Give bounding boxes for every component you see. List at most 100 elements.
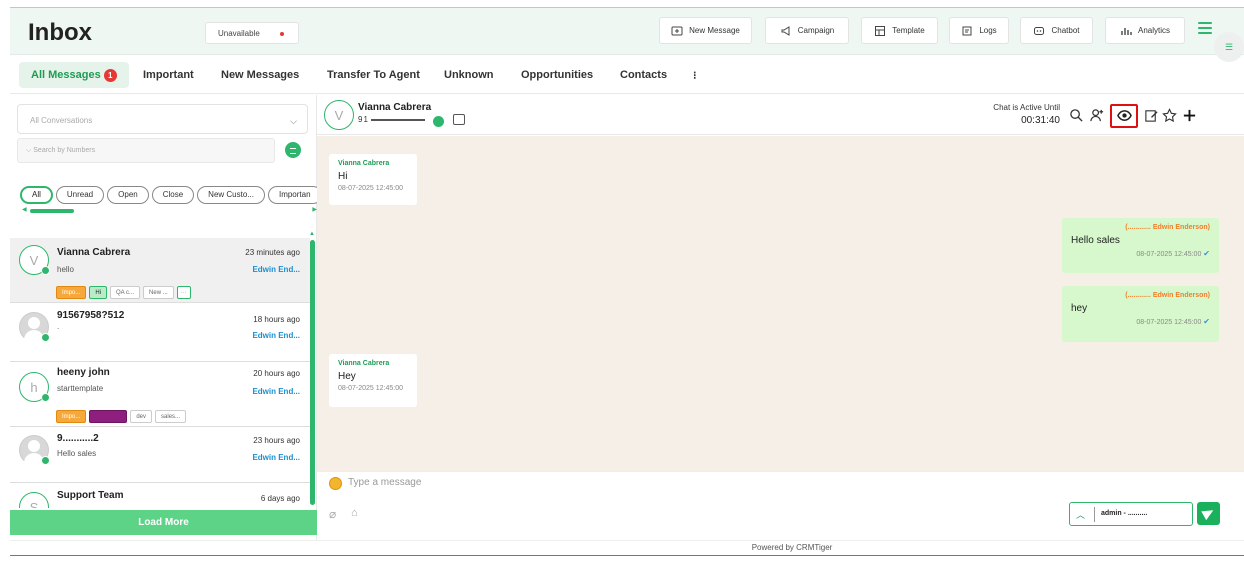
pill-new-customer[interactable]: New Custo... <box>197 185 265 204</box>
tag-chip[interactable] <box>89 410 128 423</box>
tag-chip[interactable]: Impo... <box>56 410 87 423</box>
pill-important[interactable]: Importan <box>267 185 317 204</box>
avatar: S <box>19 492 49 508</box>
agent-select[interactable]: ︿ admin - .......... <box>1069 502 1193 526</box>
pill-open[interactable]: Open <box>107 185 149 204</box>
message-time: 18 hours ago <box>253 315 300 324</box>
message-sender: (............ Edwin Enderson) <box>1125 224 1210 231</box>
template-note-icon[interactable]: ⌂ <box>351 507 358 519</box>
avatar <box>19 312 50 342</box>
avatar-initial: h <box>30 379 38 395</box>
message-text: Hello sales <box>1071 235 1120 246</box>
pill-unread[interactable]: Unread <box>55 185 105 204</box>
assigned-agent: Edwin End... <box>252 331 300 340</box>
pills-scrollbar[interactable]: ◀ ▶ <box>20 207 317 215</box>
conversation-item[interactable]: h heeny john starttemplate 20 hours ago … <box>10 363 310 427</box>
message-sender: Vianna Cabrera <box>338 360 390 367</box>
contact-name: Support Team <box>57 490 124 501</box>
add-icon[interactable] <box>1181 107 1197 123</box>
conversation-filter-select[interactable]: All Conversations ⌵ <box>17 104 308 134</box>
tab-all-messages[interactable]: All Messages 1 <box>19 62 129 88</box>
emoji-icon[interactable] <box>329 477 342 490</box>
conversation-scroll-thumb[interactable] <box>310 240 315 505</box>
assign-user-icon[interactable] <box>1089 107 1105 123</box>
analytics-button[interactable]: Analytics <box>1105 17 1185 44</box>
message-bubble: Vianna Cabrera Hey 08-07-2025 12:45:00 <box>329 354 417 407</box>
tab-contacts-label: Contacts <box>620 69 668 81</box>
eye-icon[interactable] <box>1116 107 1132 123</box>
scroll-left-icon[interactable]: ◀ <box>22 206 27 213</box>
chat-messages-area: Vianna Cabrera Hi 08-07-2025 12:45:00 (.… <box>317 136 1244 471</box>
logs-icon <box>962 26 972 35</box>
assigned-agent: Edwin End... <box>252 453 300 462</box>
new-message-button[interactable]: New Message <box>659 17 752 44</box>
pill-all[interactable]: All <box>20 185 53 204</box>
search-icon[interactable] <box>1068 107 1084 123</box>
message-preview: . <box>57 322 60 331</box>
message-text: Hi <box>338 171 348 182</box>
assigned-agent: Edwin End... <box>252 387 300 396</box>
conversation-sidebar: All Conversations ⌵ ⌵ Search by Numbers … <box>10 95 317 550</box>
page-title: Inbox <box>28 19 92 46</box>
analytics-label: Analytics <box>1137 26 1170 35</box>
message-input[interactable]: Type a message <box>348 477 421 488</box>
more-tags-icon[interactable]: ··· <box>176 286 191 299</box>
message-sender: (............ Edwin Enderson) <box>1125 292 1210 299</box>
load-more-button[interactable]: Load More <box>10 510 317 535</box>
logs-button[interactable]: Logs <box>949 17 1009 44</box>
tab-new-messages[interactable]: New Messages <box>221 62 299 88</box>
contact-name: 9...........2 <box>57 433 99 444</box>
tag-chip[interactable]: Hi <box>89 286 108 299</box>
double-check-icon: ✔ <box>1203 317 1210 326</box>
tag-chip[interactable]: QA c... <box>110 286 141 299</box>
hamburger-menu-icon[interactable] <box>1198 22 1212 36</box>
conversation-item[interactable]: 91567958?512 . 18 hours ago Edwin End... <box>10 304 310 362</box>
chevron-down-icon: ⌵ <box>290 116 297 126</box>
conversation-item[interactable]: V Vianna Cabrera hello 23 minutes ago Ed… <box>10 238 310 303</box>
tag-chip[interactable]: Impo... <box>56 286 87 299</box>
agent-select-value: admin - .......... <box>1101 510 1148 517</box>
pills-scroll-thumb[interactable] <box>30 209 74 213</box>
availability-select[interactable]: Unavailable <box>205 22 299 44</box>
chat-phone-prefix: 91 <box>358 115 369 124</box>
template-button[interactable]: Template <box>861 17 938 44</box>
attachment-icon[interactable]: ⌀ <box>329 507 336 521</box>
tab-important[interactable]: Important <box>143 62 194 88</box>
tab-transfer-to-agent[interactable]: Transfer To Agent <box>327 62 420 88</box>
tag-list: Impo... Hi QA c... New ... ··· <box>56 286 191 299</box>
send-button[interactable] <box>1197 502 1220 525</box>
avatar: V <box>19 245 50 275</box>
tag-chip[interactable]: dev <box>130 410 153 423</box>
tag-chip[interactable]: sales... <box>155 410 187 423</box>
status-dot-icon <box>280 32 284 36</box>
pill-close[interactable]: Close <box>151 185 195 204</box>
whatsapp-icon <box>41 333 50 342</box>
scroll-up-icon[interactable]: ▲ <box>309 231 315 237</box>
tab-contacts[interactable]: Contacts <box>620 62 667 88</box>
whatsapp-icon <box>41 456 50 465</box>
edit-note-icon[interactable] <box>1143 107 1159 123</box>
tab-transfer-label: Transfer To Agent <box>327 69 420 81</box>
bottom-border <box>10 555 1244 556</box>
analytics-icon <box>1121 27 1132 35</box>
chatbot-button[interactable]: Chatbot <box>1020 17 1093 44</box>
conversation-item[interactable]: 9...........2 Hello sales 23 hours ago E… <box>10 428 310 483</box>
message-time: 08-07-2025 12:45:00 <box>338 385 403 392</box>
message-sender: Vianna Cabrera <box>338 160 390 167</box>
verified-icon <box>433 116 444 127</box>
conversation-item[interactable]: S Support Team 6 days ago <box>10 484 310 508</box>
message-time: 6 days ago <box>260 494 300 503</box>
tab-opportunities[interactable]: Opportunities <box>521 62 593 88</box>
conversation-scrollbar[interactable]: ▲ <box>309 231 315 505</box>
contact-card-icon[interactable] <box>453 114 465 125</box>
more-tabs-icon[interactable]: ⁝ <box>693 62 697 88</box>
star-icon[interactable] <box>1161 107 1177 123</box>
avatar[interactable]: V <box>324 100 354 130</box>
message-preview: Hello sales <box>57 449 97 458</box>
filter-icon[interactable] <box>285 142 301 158</box>
tag-chip[interactable]: New ... <box>143 286 174 299</box>
whatsapp-icon <box>41 393 50 402</box>
tab-unknown[interactable]: Unknown <box>444 62 494 88</box>
campaign-button[interactable]: Campaign <box>765 17 849 44</box>
search-input[interactable]: ⌵ Search by Numbers <box>17 138 275 163</box>
